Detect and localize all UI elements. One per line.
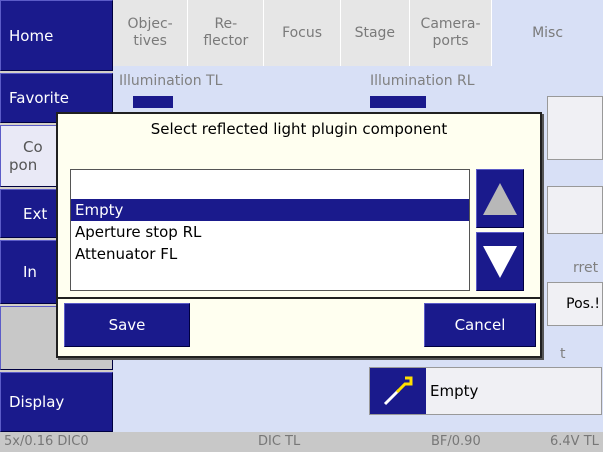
status-bar: 5x/0.16 DIC0 DIC TL BF/0.90 6.4V TL — [0, 432, 603, 452]
illumination-tl-button[interactable] — [133, 96, 173, 108]
save-button[interactable]: Save — [64, 303, 190, 347]
tab-stage[interactable]: Stage — [340, 0, 410, 66]
tab-bar: Objec-tives Re-flector Focus Stage Camer… — [113, 0, 603, 66]
nav-home-button[interactable]: Home — [0, 0, 113, 71]
nav-components-label-2: pon — [9, 156, 38, 174]
component-value: Empty — [430, 382, 479, 400]
dialog-title: Select reflected light plugin component — [150, 120, 448, 138]
position-button[interactable]: Pos.! — [547, 282, 603, 326]
illumination-tl-label: Illumination TL — [119, 73, 223, 89]
tab-reflector-line1: Re- — [214, 16, 238, 32]
nav-display-button[interactable]: Display — [0, 372, 113, 432]
illumination-rl-button[interactable] — [370, 96, 426, 108]
tab-misc[interactable]: Misc — [492, 0, 603, 66]
arrow-up-icon — [483, 182, 517, 215]
tab-reflector-line2: flector — [203, 33, 249, 49]
nav-favorite-label: Favorite — [9, 89, 69, 107]
tab-objectives-line1: Objec- — [127, 16, 173, 32]
list-item-empty[interactable]: Empty — [71, 199, 469, 221]
scroll-down-button[interactable] — [476, 232, 524, 291]
list-item-attenuator-fl[interactable]: Attenuator FL — [71, 243, 469, 265]
component-listbox[interactable]: Empty Aperture stop RL Attenuator FL — [70, 169, 470, 291]
tab-focus[interactable]: Focus — [264, 0, 341, 66]
nav-display-label: Display — [9, 393, 65, 411]
status-objective: 5x/0.16 DIC0 — [4, 434, 89, 449]
wrench-icon — [383, 376, 413, 406]
tab-stage-label: Stage — [354, 24, 396, 41]
dialog-divider — [58, 297, 540, 299]
tab-focus-label: Focus — [282, 24, 323, 41]
status-voltage: 6.4V TL — [550, 434, 599, 449]
tab-objectives-line2: tives — [133, 33, 167, 49]
arrow-down-icon — [483, 245, 517, 278]
turret-label-fragment: rret — [573, 260, 599, 276]
position-label: Pos.! — [566, 296, 600, 312]
tab-objectives[interactable]: Objec-tives — [113, 0, 189, 66]
save-button-label: Save — [108, 316, 146, 334]
status-tl: DIC TL — [258, 434, 301, 449]
reflected-light-label-fragment: t — [560, 346, 566, 362]
tab-cameraports-line2: ports — [432, 33, 469, 49]
right-panel-button-2[interactable] — [547, 186, 603, 234]
select-component-dialog: Select reflected light plugin component … — [56, 112, 542, 358]
cancel-button[interactable]: Cancel — [424, 303, 536, 347]
cancel-button-label: Cancel — [454, 316, 506, 334]
right-panel-button-1[interactable] — [547, 96, 603, 160]
component-icon-box — [370, 368, 426, 414]
status-rl: BF/0.90 — [431, 434, 481, 449]
tab-reflector[interactable]: Re-flector — [188, 0, 265, 66]
nav-home-label: Home — [9, 26, 54, 45]
nav-components-label-1: Co — [23, 138, 43, 156]
component-select-button[interactable]: Empty — [369, 367, 602, 415]
scroll-up-button[interactable] — [476, 169, 524, 228]
nav-in-label: In — [23, 263, 37, 281]
tab-misc-label: Misc — [532, 24, 564, 41]
illumination-rl-label: Illumination RL — [370, 73, 475, 89]
tab-cameraports[interactable]: Camera-ports — [409, 0, 493, 66]
list-item-aperture-stop-rl[interactable]: Aperture stop RL — [71, 221, 469, 243]
nav-ext-label: Ext — [23, 204, 48, 223]
tab-cameraports-line1: Camera- — [420, 16, 481, 32]
